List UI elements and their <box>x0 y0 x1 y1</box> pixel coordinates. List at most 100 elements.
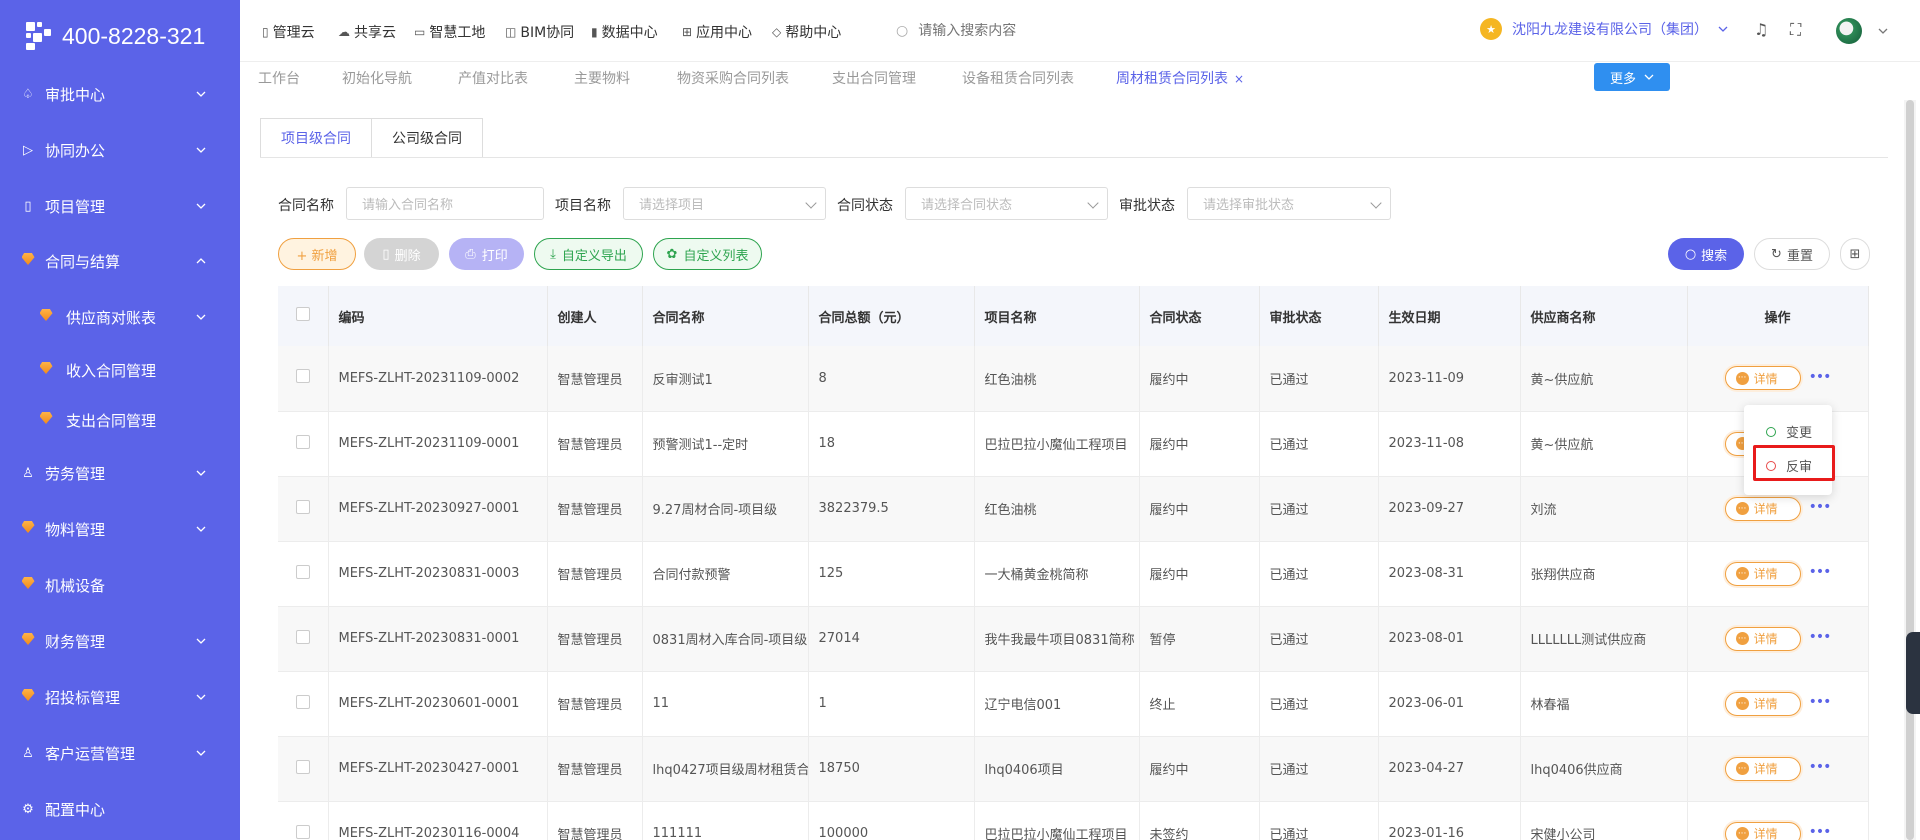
sidebar-item-material[interactable]: 物料管理 <box>0 509 240 549</box>
global-search[interactable]: ○ <box>896 20 1196 42</box>
reset-button[interactable]: ↻ 重置 <box>1754 238 1830 270</box>
detail-button[interactable]: ··· 详情 <box>1724 366 1801 391</box>
detail-button[interactable]: ··· 详情 <box>1724 561 1801 586</box>
sidebar-item-collab[interactable]: ▷ 协同办公 <box>0 130 240 170</box>
logo[interactable]: 400-8228-321 <box>24 20 205 52</box>
topnav-app-center[interactable]: ⊞ 应用中心 <box>682 22 752 42</box>
fullscreen-icon[interactable]: ⛶ <box>1790 20 1801 40</box>
custom-export-button[interactable]: ⤓ 自定义导出 <box>534 238 643 270</box>
search-input[interactable] <box>918 23 1179 39</box>
sidebar-item-income-contract[interactable]: 收入合同管理 <box>0 350 240 390</box>
topnav-smart-site[interactable]: ▭ 智慧工地 <box>414 22 485 42</box>
table-row[interactable]: MEFS-ZLHT-20230831-0003 智慧管理员 合同付款预警 125 一大桶… <box>278 541 1869 607</box>
tab-project-level[interactable]: 项目级合同 <box>260 118 372 158</box>
select-all-checkbox[interactable] <box>278 286 329 346</box>
avatar[interactable] <box>1836 18 1862 44</box>
table-row[interactable]: MEFS-ZLHT-20230427-0001 智慧管理员 lhq0427项目级周材… <box>278 736 1869 802</box>
table-row[interactable]: MEFS-ZLHT-20231109-0002 智慧管理员 反审测试1 8 红色油桃 履约… <box>278 346 1869 412</box>
column-header[interactable]: 创建人 <box>547 286 643 346</box>
row-checkbox[interactable] <box>278 801 329 840</box>
table-row[interactable]: MEFS-ZLHT-20231109-0001 智慧管理员 预警测试1--定时 18 巴… <box>278 411 1869 477</box>
sidebar-item-approval[interactable]: ♤ 审批中心 <box>0 74 240 114</box>
sidebar-item-labor[interactable]: ♙ 劳务管理 <box>0 453 240 493</box>
approval-status-select[interactable]: 请选择审批状态 <box>1187 187 1391 220</box>
sidebar-item-config[interactable]: ⚙ 配置中心 <box>0 789 240 829</box>
topnav-bim[interactable]: ◫ BIM协同 <box>505 22 574 42</box>
sidebar-item-contract[interactable]: 合同与结算 <box>0 241 240 281</box>
menu-item-change[interactable]: 变更 <box>1766 422 1812 441</box>
detail-button[interactable]: ··· 详情 <box>1724 626 1801 651</box>
topnav-help-center[interactable]: ◇ 帮助中心 <box>772 22 841 42</box>
row-checkbox[interactable] <box>278 541 329 607</box>
tab-workbench[interactable]: 工作台 <box>258 68 300 88</box>
scrollbar[interactable] <box>1904 100 1916 840</box>
print-button[interactable]: ⎙ 打印 <box>449 238 524 270</box>
table-row[interactable]: MEFS-ZLHT-20230831-0001 智慧管理员 0831周材入库合同-项… <box>278 606 1869 672</box>
sidebar-item-supplier-recon[interactable]: 供应商对账表 <box>0 297 240 337</box>
detail-button[interactable]: ··· 详情 <box>1724 756 1801 781</box>
tab-material-purchase[interactable]: 物资采购合同列表 <box>677 68 789 88</box>
column-header[interactable]: 合同状态 <box>1139 286 1260 346</box>
table-row[interactable]: MEFS-ZLHT-20230927-0001 智慧管理员 9.27周材合同-项目级… <box>278 476 1869 542</box>
project-select[interactable]: 请选择项目 <box>623 187 826 220</box>
more-dots-icon[interactable]: ••• <box>1809 759 1832 775</box>
sidebar-item-bidding[interactable]: 招投标管理 <box>0 677 240 717</box>
topnav-data-center[interactable]: ▮ 数据中心 <box>591 22 658 42</box>
topnav-share-cloud[interactable]: ☁ 共享云 <box>338 22 396 42</box>
tab-init-nav[interactable]: 初始化导航 <box>342 68 412 88</box>
row-checkbox[interactable] <box>278 606 329 672</box>
contract-status-select[interactable]: 请选择合同状态 <box>905 187 1108 220</box>
more-dots-icon[interactable]: ••• <box>1809 499 1832 515</box>
grid-view-icon[interactable]: ⊞ <box>1840 238 1870 270</box>
topnav-management-cloud[interactable]: ▯ 管理云 <box>262 22 315 42</box>
row-checkbox[interactable] <box>278 671 329 737</box>
side-drawer-handle[interactable] <box>1906 632 1920 714</box>
table-row[interactable]: MEFS-ZLHT-20230601-0001 智慧管理员 11 1 辽宁电信001 终止… <box>278 671 1869 737</box>
more-tabs-button[interactable]: 更多 <box>1594 63 1670 91</box>
sidebar-item-expense-contract[interactable]: 支出合同管理 <box>0 400 240 440</box>
tab-equipment-lease[interactable]: 设备租赁合同列表 <box>962 68 1074 88</box>
approval-status-label: 审批状态 <box>1119 198 1175 214</box>
contract-name-input[interactable]: 请输入合同名称 <box>346 187 544 220</box>
tab-main-material[interactable]: 主要物料 <box>574 68 630 88</box>
search-button[interactable]: ○ 搜索 <box>1668 238 1744 270</box>
close-icon[interactable]: × <box>1234 72 1244 86</box>
sidebar-item-project[interactable]: ▯ 项目管理 <box>0 186 240 226</box>
more-dots-icon[interactable]: ••• <box>1809 369 1832 385</box>
more-dots-icon[interactable]: ••• <box>1809 694 1832 710</box>
row-checkbox[interactable] <box>278 346 329 412</box>
more-dots-icon[interactable]: ••• <box>1809 629 1832 645</box>
delete-button[interactable]: ▯ 删除 <box>364 238 439 270</box>
tab-expense-contract[interactable]: 支出合同管理 <box>832 68 916 88</box>
tab-output-compare[interactable]: 产值对比表 <box>458 68 528 88</box>
tab-label: 周材租赁合同列表 <box>1116 71 1228 87</box>
sidebar-item-finance[interactable]: 财务管理 <box>0 621 240 661</box>
detail-button[interactable]: ··· 详情 <box>1724 496 1801 521</box>
column-header[interactable]: 审批状态 <box>1259 286 1379 346</box>
custom-columns-button[interactable]: ✿ 自定义列表 <box>653 238 762 270</box>
column-header[interactable]: 生效日期 <box>1378 286 1521 346</box>
detail-button[interactable]: ··· 详情 <box>1724 821 1801 840</box>
chevron-down-icon[interactable] <box>1878 26 1888 36</box>
row-checkbox[interactable] <box>278 736 329 802</box>
column-header[interactable]: 编码 <box>328 286 548 346</box>
company-switcher[interactable]: ★ 沈阳九龙建设有限公司（集团） <box>1480 18 1728 40</box>
scrollbar-thumb[interactable] <box>1906 100 1914 840</box>
table-row[interactable]: MEFS-ZLHT-20230116-0004 智慧管理员 111111 100000… <box>278 801 1869 840</box>
tab-turnover-lease[interactable]: 周材租赁合同列表 × <box>1116 68 1244 88</box>
sidebar-item-customer[interactable]: ♙ 客户运营管理 <box>0 733 240 773</box>
more-dots-icon[interactable]: ••• <box>1809 564 1832 580</box>
sidebar-item-machinery[interactable]: 机械设备 <box>0 565 240 605</box>
row-checkbox[interactable] <box>278 411 329 477</box>
row-checkbox[interactable] <box>278 476 329 542</box>
table-cell: 智慧管理员 <box>547 346 643 412</box>
tab-company-level[interactable]: 公司级合同 <box>372 118 483 158</box>
detail-button[interactable]: ··· 详情 <box>1724 691 1801 716</box>
column-header[interactable]: 项目名称 <box>974 286 1140 346</box>
column-header[interactable]: 合同总额（元） <box>808 286 975 346</box>
column-header[interactable]: 合同名称 <box>642 286 809 346</box>
column-header[interactable]: 供应商名称 <box>1520 286 1688 346</box>
add-button[interactable]: + 新增 <box>278 238 356 270</box>
bell-icon[interactable]: ♫ <box>1754 20 1768 39</box>
more-dots-icon[interactable]: ••• <box>1809 824 1832 840</box>
